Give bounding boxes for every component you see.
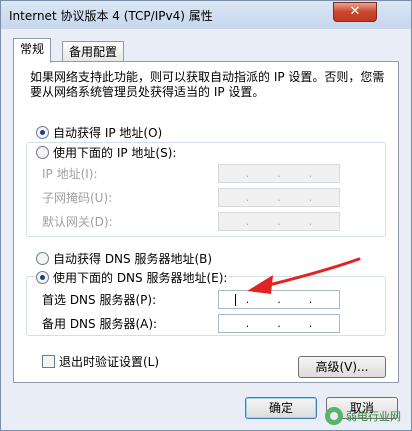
subnet-mask-label: 子网掩码(U):	[42, 191, 113, 205]
watermark: 弱电行业网	[325, 406, 411, 428]
octet-dot: .	[308, 167, 313, 180]
octet-dot: .	[277, 167, 281, 180]
octet-dot: .	[308, 215, 313, 228]
validate-on-exit-label: 退出时验证设置(L)	[59, 355, 160, 369]
octet-dot: .	[277, 293, 281, 306]
octet-dot: .	[245, 215, 250, 228]
tab-alternate-config[interactable]: 备用配置	[62, 41, 125, 63]
radio-icon	[36, 252, 49, 265]
ip-manual-label: 使用下面的 IP 地址(S):	[53, 146, 177, 160]
octet-dot: .	[245, 293, 250, 306]
text-caret	[235, 294, 236, 306]
radio-icon-selected	[36, 126, 49, 139]
ok-button[interactable]: 确定	[245, 397, 317, 419]
octet-dot: .	[308, 293, 313, 306]
checkbox-icon	[42, 355, 55, 368]
default-gateway-label: 默认网关(D):	[42, 215, 113, 229]
tcpip-properties-window: Internet 协议版本 4 (TCP/IPv4) 属性 ✕ 常规 备用配置 …	[0, 0, 412, 431]
close-button[interactable]: ✕	[333, 2, 377, 22]
ip-auto-radio[interactable]: 自动获得 IP 地址(O)	[36, 125, 165, 141]
dns-auto-label: 自动获得 DNS 服务器地址(B)	[53, 252, 213, 266]
preferred-dns-label: 首选 DNS 服务器(P):	[42, 293, 157, 307]
radio-icon-selected	[36, 271, 49, 284]
subnet-mask-input[interactable]: . . .	[218, 188, 340, 207]
alternate-dns-input[interactable]: . . .	[218, 314, 340, 333]
octet-dot: .	[308, 191, 313, 204]
octet-dot: .	[277, 191, 281, 204]
radio-icon	[36, 146, 49, 159]
ip-manual-radio[interactable]: 使用下面的 IP 地址(S):	[36, 145, 179, 161]
close-icon: ✕	[349, 4, 361, 19]
ip-auto-label: 自动获得 IP 地址(O)	[53, 126, 163, 140]
advanced-button[interactable]: 高级(V)...	[298, 356, 386, 378]
octet-dot: .	[245, 167, 250, 180]
dns-manual-label: 使用下面的 DNS 服务器地址(E):	[53, 271, 228, 285]
alternate-dns-label: 备用 DNS 服务器(A):	[42, 317, 158, 331]
ip-address-input[interactable]: . . .	[218, 164, 340, 183]
octet-dot: .	[277, 317, 281, 330]
preferred-dns-input[interactable]: . . .	[218, 290, 340, 309]
general-tab-panel: 如果网络支持此功能，则可以获取自动指派的 IP 设置。否则，您需要从网络系统管理…	[13, 61, 399, 383]
dns-manual-radio[interactable]: 使用下面的 DNS 服务器地址(E):	[36, 270, 230, 286]
octet-dot: .	[277, 215, 281, 228]
octet-dot: .	[245, 191, 250, 204]
description-text: 如果网络支持此功能，则可以获取自动指派的 IP 设置。否则，您需要从网络系统管理…	[30, 70, 385, 99]
ip-address-label: IP 地址(I):	[42, 167, 98, 181]
wechat-icon	[325, 407, 343, 425]
octet-dot: .	[308, 317, 313, 330]
octet-dot: .	[245, 317, 250, 330]
validate-on-exit-checkbox[interactable]: 退出时验证设置(L)	[42, 354, 159, 370]
window-title: Internet 协议版本 4 (TCP/IPv4) 属性	[9, 9, 213, 23]
dns-auto-radio[interactable]: 自动获得 DNS 服务器地址(B)	[36, 251, 215, 267]
watermark-text: 弱电行业网	[346, 410, 401, 423]
tab-general[interactable]: 常规	[13, 38, 52, 63]
default-gateway-input[interactable]: . . .	[218, 212, 340, 231]
title-bar[interactable]: Internet 协议版本 4 (TCP/IPv4) 属性 ✕	[1, 1, 411, 29]
